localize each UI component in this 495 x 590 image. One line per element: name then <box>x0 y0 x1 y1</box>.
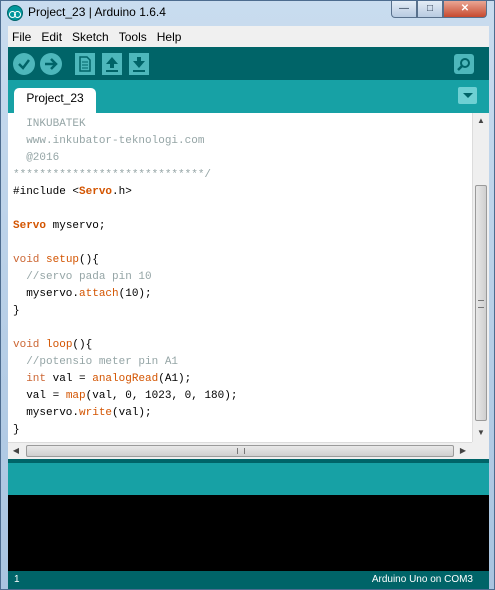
scroll-right-arrow-icon[interactable]: ▶ <box>455 443 471 459</box>
code-token: val = <box>46 373 93 385</box>
code-token: map <box>65 390 86 402</box>
code-line[interactable]: void setup(){ <box>13 252 237 269</box>
code-token: } <box>13 424 20 436</box>
maximize-button[interactable]: □ <box>417 1 443 18</box>
menu-help[interactable]: Help <box>156 30 183 44</box>
code-line[interactable]: void loop(){ <box>13 337 237 354</box>
code-token: (val, 0, 1023, 0, 180); <box>85 390 238 402</box>
arduino-logo-icon <box>7 5 23 21</box>
toolbar <box>8 47 489 80</box>
code-token: (val); <box>112 407 152 419</box>
arrow-right-icon <box>45 58 58 70</box>
horizontal-scroll-thumb[interactable] <box>26 445 454 457</box>
code-line[interactable] <box>13 201 237 218</box>
code-token: setup <box>46 254 80 266</box>
tab-project-23[interactable]: Project_23 <box>14 88 96 113</box>
minimize-button[interactable]: — <box>391 1 417 18</box>
code-line[interactable]: Servo myservo; <box>13 218 237 235</box>
code-token: analogRead <box>92 373 159 385</box>
code-token: //potensio meter pin A1 <box>13 356 179 368</box>
code-editor[interactable]: INKUBATEK www.inkubator-teknologi.com @2… <box>8 113 472 442</box>
tab-bar: Project_23 <box>8 80 489 113</box>
code-token: int <box>26 373 47 385</box>
code-line[interactable]: @2016 <box>13 150 237 167</box>
status-bar: 1 Arduino Uno on COM3 <box>8 571 489 589</box>
tab-menu-button[interactable] <box>458 87 477 104</box>
code-token: attach <box>79 288 119 300</box>
check-icon <box>18 59 30 70</box>
code-token: .h> <box>112 186 132 198</box>
vertical-scrollbar[interactable]: ▲ ▼ <box>472 113 489 442</box>
code-token: (10); <box>118 288 152 300</box>
message-area <box>8 459 489 495</box>
code-token: myservo. <box>13 288 80 300</box>
scroll-left-arrow-icon[interactable]: ◀ <box>8 443 24 459</box>
code-token: (A1); <box>158 373 192 385</box>
horizontal-scrollbar[interactable]: ◀ ▶ <box>8 442 472 459</box>
scroll-up-arrow-icon[interactable]: ▲ <box>473 113 489 129</box>
code-line[interactable] <box>13 320 237 337</box>
code-token: myservo. <box>13 407 80 419</box>
code-line[interactable]: INKUBATEK <box>13 116 237 133</box>
code-token: myservo; <box>46 220 106 232</box>
menu-sketch[interactable]: Sketch <box>71 30 110 44</box>
save-button[interactable] <box>129 53 149 75</box>
code-token: //servo pada pin 10 <box>13 271 152 283</box>
code-token: INKUBATEK <box>13 118 86 130</box>
title-bar[interactable]: Project_23 | Arduino 1.6.4 — □ ✕ <box>1 1 494 25</box>
code-token: Servo <box>13 220 47 232</box>
code-token: write <box>79 407 113 419</box>
code-line[interactable] <box>13 235 237 252</box>
code-token: (){ <box>79 254 99 266</box>
status-line-number: 1 <box>14 574 20 585</box>
code-token: Servo <box>79 186 113 198</box>
magnifier-icon <box>457 58 470 71</box>
code-line[interactable]: myservo.write(val); <box>13 405 237 422</box>
scrollbar-corner <box>472 442 489 459</box>
code-token: *****************************/ <box>13 169 212 181</box>
arduino-window: Project_23 | Arduino 1.6.4 — □ ✕ File Ed… <box>0 0 495 590</box>
save-arrow-down-icon <box>133 57 145 72</box>
code-line[interactable]: www.inkubator-teknologi.com <box>13 133 237 150</box>
code-token: #include < <box>13 186 80 198</box>
console-output[interactable] <box>8 495 489 571</box>
code-token: void <box>13 254 40 266</box>
code-line[interactable]: } <box>13 422 237 439</box>
open-button[interactable] <box>102 53 122 75</box>
menu-edit[interactable]: Edit <box>40 30 63 44</box>
close-button[interactable]: ✕ <box>443 1 487 18</box>
verify-button[interactable] <box>13 53 35 75</box>
code-text[interactable]: INKUBATEK www.inkubator-teknologi.com @2… <box>13 116 237 439</box>
code-line[interactable]: val = map(val, 0, 1023, 0, 180); <box>13 388 237 405</box>
new-button[interactable] <box>75 53 95 75</box>
code-line[interactable]: int val = analogRead(A1); <box>13 371 237 388</box>
code-token: } <box>13 305 20 317</box>
code-line[interactable]: #include <Servo.h> <box>13 184 237 201</box>
code-token: www.inkubator-teknologi.com <box>13 135 205 147</box>
code-token: val = <box>13 390 66 402</box>
code-line[interactable]: *****************************/ <box>13 167 237 184</box>
code-line[interactable]: myservo.attach(10); <box>13 286 237 303</box>
code-line[interactable]: } <box>13 303 237 320</box>
code-token: void <box>13 339 40 351</box>
code-line[interactable]: //servo pada pin 10 <box>13 269 237 286</box>
open-arrow-up-icon <box>106 57 118 72</box>
menu-file[interactable]: File <box>11 30 32 44</box>
code-token: (){ <box>72 339 93 351</box>
scroll-down-arrow-icon[interactable]: ▼ <box>473 425 489 441</box>
code-token: @2016 <box>13 152 60 164</box>
code-token: loop <box>46 339 73 351</box>
status-board-port: Arduino Uno on COM3 <box>371 574 473 585</box>
vertical-scroll-thumb[interactable] <box>475 185 487 421</box>
menu-tools[interactable]: Tools <box>118 30 148 44</box>
window-title: Project_23 | Arduino 1.6.4 <box>28 5 166 19</box>
code-line[interactable]: //potensio meter pin A1 <box>13 354 237 371</box>
menu-bar: File Edit Sketch Tools Help <box>8 26 489 47</box>
new-file-icon <box>79 56 91 72</box>
serial-monitor-button[interactable] <box>454 54 474 74</box>
upload-button[interactable] <box>40 53 62 75</box>
